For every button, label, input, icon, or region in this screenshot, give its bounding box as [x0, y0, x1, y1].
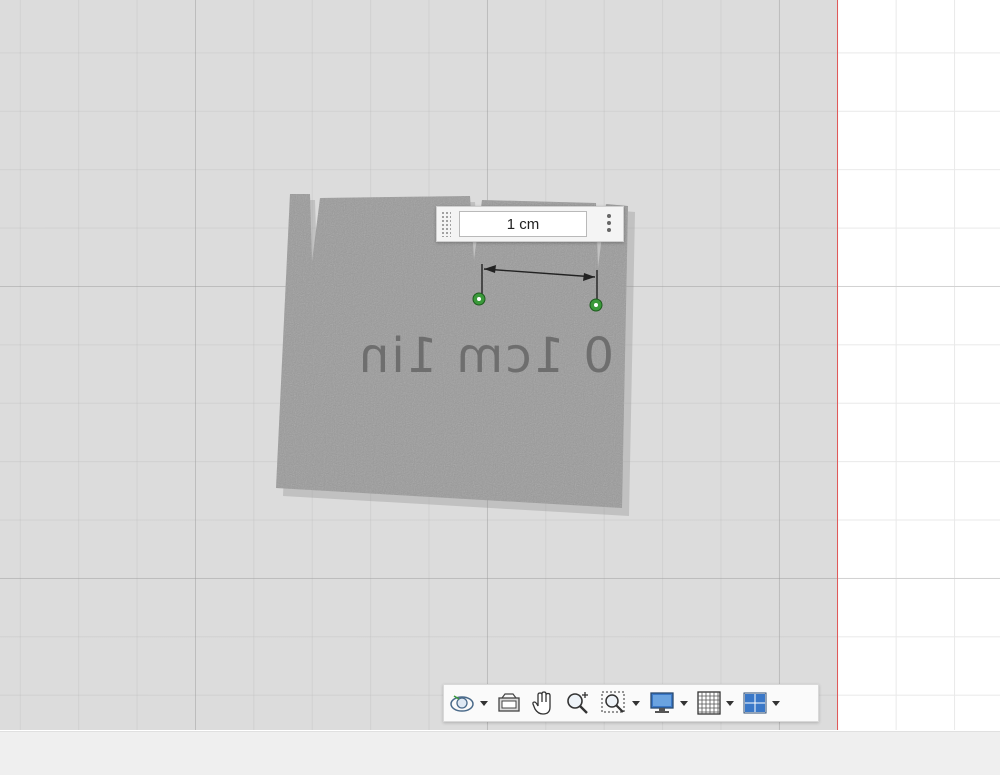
dimension-value-input[interactable]	[459, 211, 587, 237]
chevron-down-icon	[480, 700, 488, 706]
orbit-icon	[450, 695, 474, 712]
viewports-button[interactable]	[742, 688, 780, 718]
calibration-card-photo: 0 1cm 1in	[276, 194, 635, 516]
display-settings-icon	[650, 692, 674, 713]
chevron-down-icon	[772, 700, 780, 706]
display-settings-button[interactable]	[648, 688, 688, 718]
engraved-text: 0 1cm 1in	[357, 328, 614, 384]
fit-icon	[601, 691, 625, 713]
svg-text:0 1cm 1in: 0 1cm 1in	[357, 328, 614, 384]
dimension-input-box	[436, 206, 624, 242]
measure-point-start[interactable]	[472, 292, 486, 306]
look-at-button[interactable]	[496, 688, 522, 718]
drag-grip-icon[interactable]	[441, 211, 451, 237]
chevron-down-icon	[726, 700, 734, 706]
orbit-button[interactable]	[448, 688, 488, 718]
chevron-down-icon	[680, 700, 688, 706]
measure-point-end[interactable]	[589, 298, 603, 312]
chevron-down-icon	[632, 700, 640, 706]
viewports-icon	[743, 692, 767, 714]
grid-settings-button[interactable]	[696, 688, 734, 718]
canvas-viewport[interactable]: 0 1cm 1in	[0, 0, 1000, 730]
pan-icon	[532, 691, 551, 715]
fit-button[interactable]	[600, 688, 640, 718]
pan-button[interactable]	[530, 688, 556, 718]
more-vertical-icon[interactable]	[603, 212, 615, 238]
zoom-icon	[567, 692, 588, 714]
grid-settings-icon	[697, 691, 721, 715]
status-bar	[0, 731, 1000, 775]
look-at-icon	[498, 693, 520, 712]
zoom-button[interactable]	[564, 688, 592, 718]
navigation-toolbar	[443, 684, 819, 722]
